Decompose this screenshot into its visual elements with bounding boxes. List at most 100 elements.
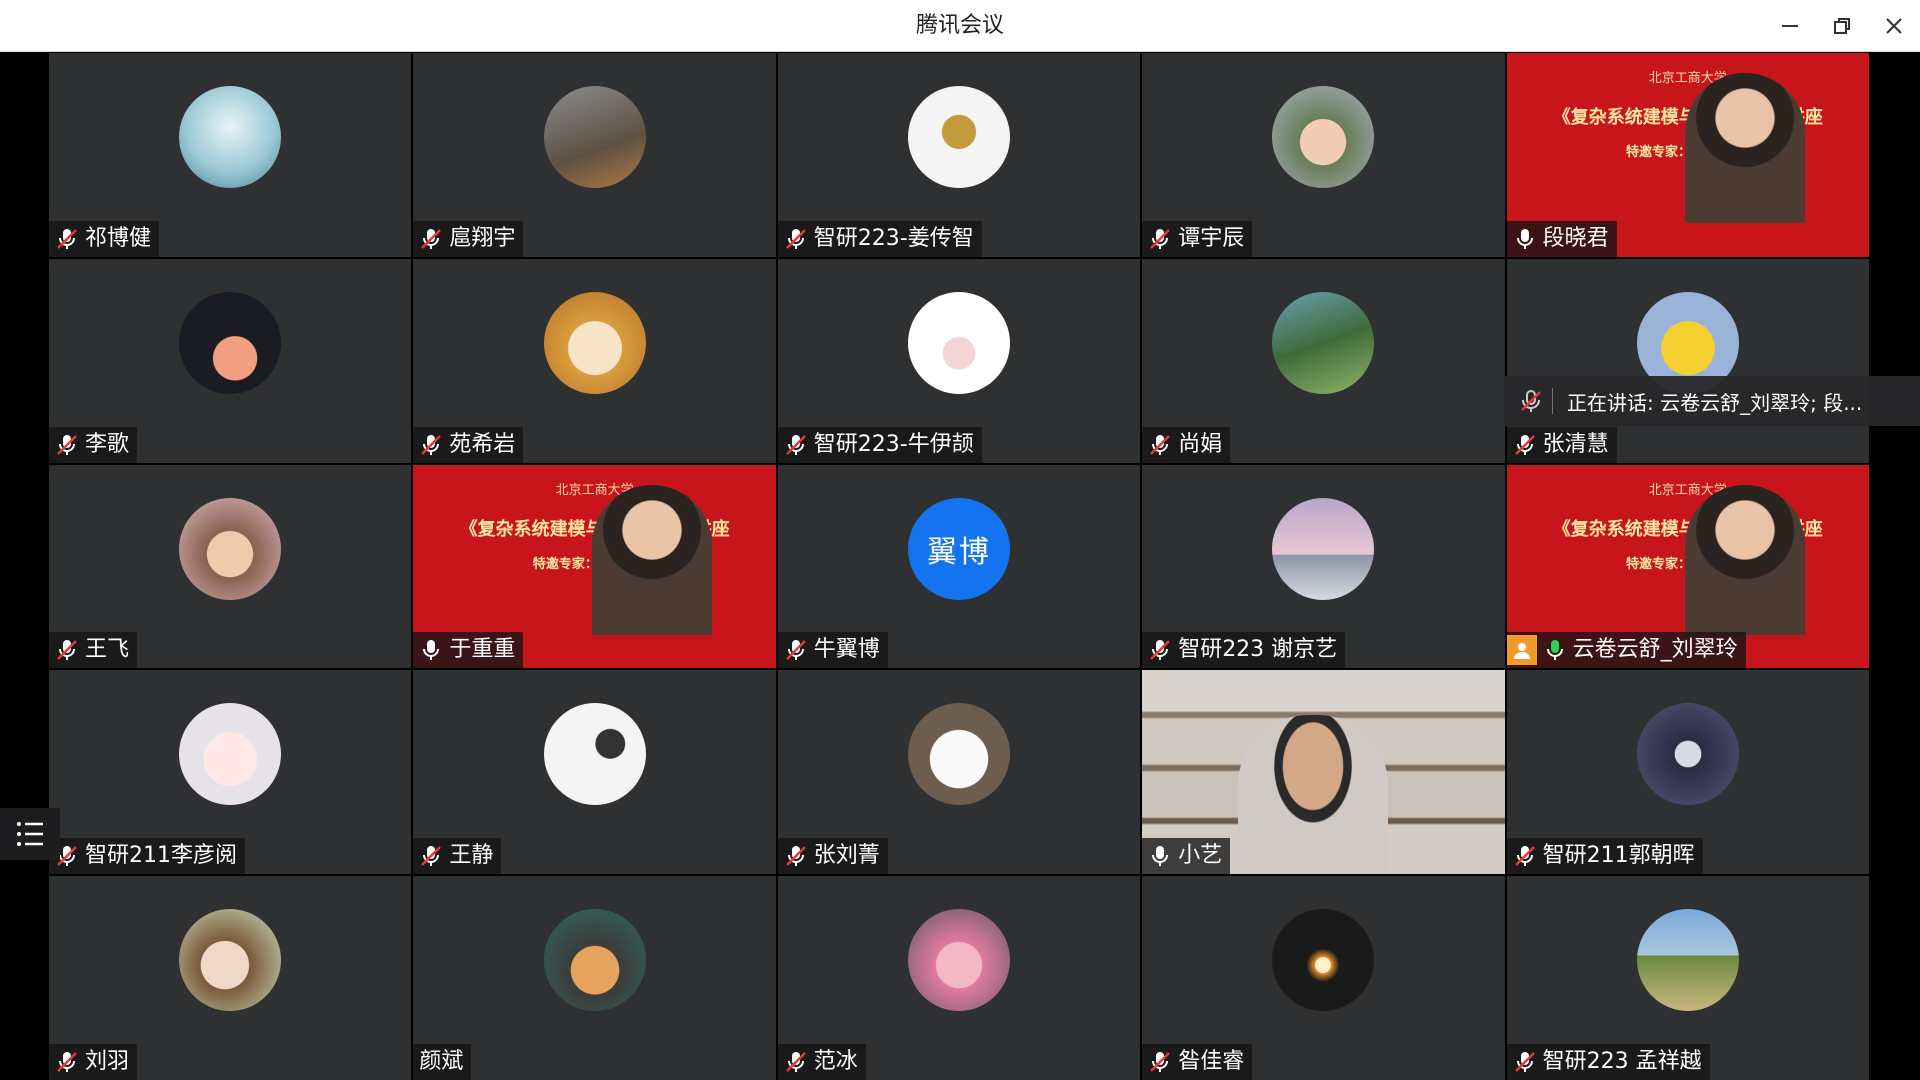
- list-icon: [17, 822, 43, 846]
- child-photo-avatar: [1272, 86, 1375, 188]
- muted-mic-icon: [421, 228, 442, 249]
- participant-tile[interactable]: 张刘菁: [777, 670, 1141, 875]
- participant-tile[interactable]: 苑希岩: [413, 258, 776, 463]
- speaking-mic-icon: [1546, 640, 1563, 661]
- participant-name: 苑希岩: [449, 431, 516, 457]
- muted-mic-icon: [57, 1052, 77, 1072]
- mic-icon: [1152, 846, 1169, 867]
- participant-name-label: 智研211郭朝晖: [1506, 838, 1703, 875]
- anime-swordsman-avatar: [179, 86, 282, 188]
- participant-name-label: 扈翔宇: [413, 220, 524, 257]
- participant-name-label: 王静: [413, 838, 502, 875]
- participant-tile[interactable]: 张清慧: [1506, 258, 1869, 463]
- participant-tile[interactable]: 智研211郭朝晖: [1506, 670, 1869, 875]
- participant-name-label: 智研223-牛伊颉: [777, 426, 982, 463]
- participant-tile[interactable]: 北京工商大学《复杂系统建模与分析》系列讲座特邀专家： 教授段晓君: [1506, 53, 1869, 257]
- participant-name: 刘羽: [85, 1049, 130, 1074]
- muted-mic-icon: [1514, 846, 1535, 867]
- candle-avatar: [1272, 909, 1375, 1012]
- minimize-button[interactable]: [1774, 10, 1806, 42]
- divider: [1552, 388, 1553, 414]
- participant-tile[interactable]: 扈翔宇: [413, 53, 776, 257]
- participant-name-label: 牛翼博: [777, 632, 888, 669]
- participant-tile[interactable]: 范冰: [777, 876, 1141, 1080]
- minimize-icon: [1782, 25, 1798, 27]
- participant-tile[interactable]: 颜斌: [413, 876, 776, 1080]
- participant-name-label: 颜斌: [413, 1044, 472, 1080]
- participant-name-label: 智研223 孟祥越: [1506, 1044, 1710, 1080]
- participant-name-label: 智研211李彦阅: [49, 838, 245, 875]
- participant-tile[interactable]: 智研223 孟祥越: [1506, 876, 1869, 1080]
- mountain-moon-avatar: [1272, 497, 1375, 600]
- restore-button[interactable]: [1826, 10, 1858, 42]
- orange-flower-avatar: [179, 291, 282, 394]
- participant-name: 智研211李彦阅: [85, 843, 237, 869]
- participant-name-label: 智研223-姜传智: [777, 220, 982, 257]
- anime-dark-hair-avatar: [1636, 703, 1739, 806]
- participant-name-label: 张刘菁: [777, 838, 888, 875]
- participant-list-button[interactable]: [0, 808, 60, 860]
- participant-name-label: 智研223 谢京艺: [1142, 632, 1346, 669]
- participant-tile[interactable]: 刘羽: [49, 876, 412, 1080]
- participant-name-label: 谭宇辰: [1142, 220, 1253, 257]
- participant-name-label: 张清慧: [1506, 426, 1617, 463]
- participant-name-label: 刘羽: [49, 1044, 138, 1080]
- landscape-avatar: [1636, 909, 1739, 1012]
- cartoon-cat-avatar: [543, 291, 646, 394]
- participant-tile[interactable]: 祁博健: [49, 53, 412, 257]
- participant-tile[interactable]: 智研223-姜传智: [777, 53, 1141, 257]
- close-button[interactable]: [1878, 10, 1910, 42]
- participant-name: 尚娟: [1178, 431, 1223, 457]
- muted-mic-icon: [421, 434, 442, 455]
- participant-name: 智研223 谢京艺: [1178, 637, 1338, 663]
- participant-name: 于重重: [449, 637, 516, 663]
- initials-avatar: 翼博: [907, 497, 1010, 600]
- presenter-silhouette: [591, 484, 712, 635]
- mic-icon: [423, 640, 440, 661]
- participant-tile[interactable]: 智研211李彦阅: [49, 670, 412, 875]
- participant-name: 张清慧: [1542, 431, 1609, 457]
- participant-tile[interactable]: 北京工商大学《复杂系统建模与分析》系列讲座特邀专家： 教授云卷云舒_刘翠玲: [1506, 464, 1869, 669]
- participant-name: 颜斌: [419, 1049, 464, 1074]
- participant-name-label: 范冰: [777, 1044, 866, 1080]
- participant-tile[interactable]: 昝佳睿: [1142, 876, 1505, 1080]
- anime-sleeping-avatar: [179, 909, 282, 1012]
- participant-tile[interactable]: 李歌: [49, 258, 412, 463]
- participant-name-label: 尚娟: [1142, 426, 1231, 463]
- presenter-silhouette: [1685, 484, 1806, 635]
- muted-mic-icon: [421, 846, 442, 867]
- participant-tile[interactable]: 谭宇辰: [1142, 53, 1505, 257]
- title-bar: 腾讯会议: [0, 0, 1920, 52]
- participant-name: 智研211郭朝晖: [1542, 843, 1695, 869]
- participant-name: 牛翼博: [813, 637, 880, 663]
- muted-mic-icon: [1521, 390, 1541, 412]
- participant-grid: 祁博健扈翔宇智研223-姜传智谭宇辰北京工商大学《复杂系统建模与分析》系列讲座特…: [49, 53, 1869, 1080]
- participant-tile[interactable]: 王静: [413, 670, 776, 875]
- participant-tile[interactable]: 智研223-牛伊颉: [777, 258, 1141, 463]
- tree-cat-avatar: [543, 86, 646, 188]
- participant-tile[interactable]: 王飞: [49, 464, 412, 669]
- muted-mic-icon: [1150, 434, 1171, 455]
- muted-mic-icon: [785, 846, 806, 867]
- participant-name-label: 王飞: [49, 632, 138, 669]
- participant-tile[interactable]: 北京工商大学《复杂系统建模与分析》系列讲座特邀专家： 教授于重重: [413, 464, 776, 669]
- participant-name: 智研223 孟祥越: [1542, 1049, 1702, 1074]
- participant-name-label: 李歌: [49, 426, 138, 463]
- participant-tile[interactable]: 尚娟: [1142, 258, 1505, 463]
- participant-tile[interactable]: 小艺: [1142, 670, 1505, 875]
- muted-mic-icon: [57, 640, 77, 661]
- window-title: 腾讯会议: [915, 13, 1004, 38]
- muted-mic-icon: [785, 434, 806, 455]
- speaking-indicator[interactable]: 正在讲话: 云卷云舒_刘翠玲; 段...: [1504, 376, 1920, 426]
- participant-tile[interactable]: 翼博牛翼博: [777, 464, 1141, 669]
- anime-white-hair-avatar: [179, 703, 282, 806]
- restore-icon: [1834, 18, 1850, 34]
- speaking-text: 正在讲话: 云卷云舒_刘翠玲; 段...: [1567, 390, 1863, 415]
- participant-tile[interactable]: 智研223 谢京艺: [1142, 464, 1505, 669]
- close-icon: [1886, 18, 1902, 34]
- muted-mic-icon: [57, 434, 77, 455]
- participant-name: 张刘菁: [813, 843, 880, 869]
- participant-name-label: 祁博健: [49, 220, 160, 257]
- participant-name: 小艺: [1178, 843, 1223, 869]
- participant-name: 段晓君: [1542, 225, 1609, 251]
